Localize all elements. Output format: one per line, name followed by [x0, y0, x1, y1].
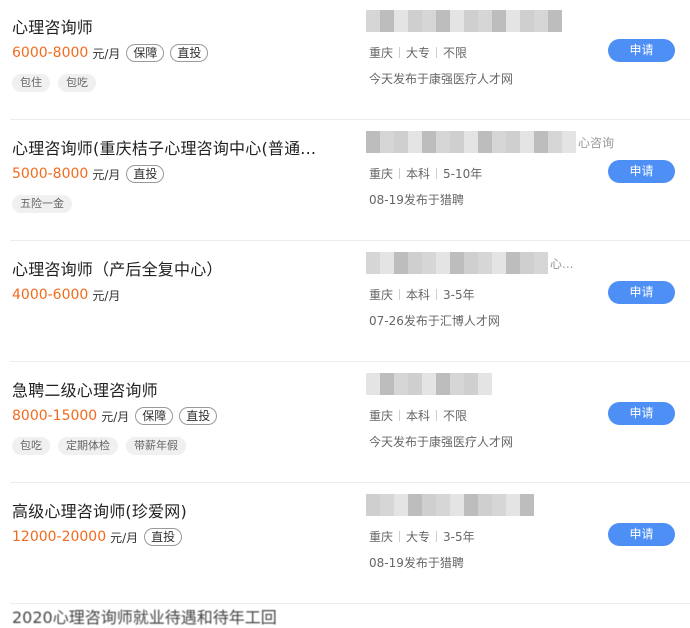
salary-unit: 元/月 [92, 288, 121, 303]
job-requirements: 重庆 本科 不限 [369, 407, 467, 424]
location: 重庆 [369, 167, 394, 181]
job-requirements: 重庆 本科 5-10年 [369, 165, 482, 182]
divider [399, 47, 401, 58]
job-item[interactable]: 高级心理咨询师(珍爱网) 12000-20000 元/月 直投 重庆 大专 3-5年 08-1… [0, 484, 690, 604]
divider [399, 410, 401, 421]
benefit-tag: 定期体检 [58, 437, 118, 455]
benefit-tags: 五险一金 [12, 195, 80, 213]
salary-row: 6000-8000 元/月 保障 直投 [12, 44, 214, 62]
job-title[interactable]: 心理咨询师(重庆桔子心理咨询中心(普通... [12, 135, 316, 159]
apply-button[interactable]: 申请 [608, 39, 675, 62]
divider [399, 531, 401, 542]
post-source: 08-19发布于猎聘 [369, 193, 464, 207]
company-name-redacted[interactable] [366, 494, 534, 516]
benefit-tags: 包吃 定期体检 带薪年假 [12, 437, 194, 455]
salary-unit: 元/月 [110, 530, 139, 545]
location: 重庆 [369, 530, 394, 544]
education: 大专 [406, 530, 431, 544]
job-item[interactable]: 心理咨询师(重庆桔子心理咨询中心(普通... 5000-8000 元/月 直投 五险一金… [0, 121, 690, 241]
divider [436, 168, 438, 179]
experience: 不限 [443, 409, 468, 423]
location: 重庆 [369, 409, 394, 423]
job-requirements: 重庆 本科 3-5年 [369, 286, 475, 303]
job-title[interactable]: 急聘二级心理咨询师 [12, 377, 158, 401]
location: 重庆 [369, 288, 394, 302]
benefit-tag: 包住 [12, 74, 50, 92]
job-title[interactable]: 心理咨询师（产后全复中心） [12, 256, 223, 280]
location: 重庆 [369, 46, 394, 60]
post-source: 今天发布于康强医疗人才网 [369, 72, 514, 86]
salary-range: 5000-8000 [12, 166, 89, 182]
job-badge: 直投 [179, 407, 218, 425]
education: 本科 [406, 167, 431, 181]
divider [399, 168, 401, 179]
salary-range: 12000-20000 [12, 529, 107, 545]
salary-range: 4000-6000 [12, 287, 89, 303]
post-source: 08-19发布于猎聘 [369, 556, 464, 570]
job-item[interactable]: 心理咨询师（产后全复中心） 4000-6000 元/月 心... 重庆 本科 3-5年 07-… [0, 242, 690, 362]
company-name-visible-tail: 心咨询 [578, 135, 615, 150]
post-source: 今天发布于康强医疗人才网 [369, 435, 514, 449]
job-badge: 保障 [135, 407, 174, 425]
job-title[interactable]: 心理咨询师 [12, 14, 93, 38]
company-name-redacted[interactable]: 心咨询 [366, 131, 614, 153]
salary-row: 4000-6000 元/月 [12, 286, 126, 304]
company-name-visible-tail: 心... [550, 256, 574, 271]
salary-range: 6000-8000 [12, 45, 89, 61]
education: 本科 [406, 288, 431, 302]
salary-unit: 元/月 [92, 167, 121, 182]
job-requirements: 重庆 大专 不限 [369, 44, 467, 61]
salary-unit: 元/月 [101, 409, 130, 424]
benefit-tag: 带薪年假 [126, 437, 186, 455]
apply-button[interactable]: 申请 [608, 281, 675, 304]
salary-unit: 元/月 [92, 46, 121, 61]
benefit-tag: 五险一金 [12, 195, 72, 213]
experience: 3-5年 [443, 288, 475, 302]
benefit-tag: 包吃 [58, 74, 96, 92]
apply-button[interactable]: 申请 [608, 160, 675, 183]
benefit-tags: 包住 包吃 [12, 74, 104, 92]
divider [436, 531, 438, 542]
salary-row: 8000-15000 元/月 保障 直投 [12, 407, 223, 425]
job-title[interactable]: 高级心理咨询师(珍爱网) [12, 498, 187, 522]
experience: 不限 [443, 46, 468, 60]
company-name-redacted[interactable] [366, 10, 562, 32]
job-badge: 保障 [126, 44, 165, 62]
job-item[interactable]: 心理咨询师 6000-8000 元/月 保障 直投 包住 包吃 重庆 大专 不限 今天发布于康强医疗… [0, 0, 690, 120]
apply-button[interactable]: 申请 [608, 523, 675, 546]
apply-button[interactable]: 申请 [608, 402, 675, 425]
divider [436, 289, 438, 300]
salary-row: 5000-8000 元/月 直投 [12, 165, 170, 183]
company-name-redacted[interactable] [366, 373, 492, 395]
salary-range: 8000-15000 [12, 408, 98, 424]
benefit-tag: 包吃 [12, 437, 50, 455]
job-requirements: 重庆 大专 3-5年 [369, 528, 475, 545]
next-job-title-partial[interactable]: 2020心理咨询师就业待遇和待年工回 [12, 604, 277, 628]
job-badge: 直投 [126, 165, 165, 183]
job-badge: 直投 [170, 44, 209, 62]
salary-row: 12000-20000 元/月 直投 [12, 528, 188, 546]
education: 本科 [406, 409, 431, 423]
divider [399, 289, 401, 300]
divider [436, 410, 438, 421]
company-name-redacted[interactable]: 心... [366, 252, 573, 274]
job-list: 心理咨询师 6000-8000 元/月 保障 直投 包住 包吃 重庆 大专 不限 今天发布于康强医疗… [0, 0, 690, 620]
job-item[interactable]: 急聘二级心理咨询师 8000-15000 元/月 保障 直投 包吃 定期体检 带薪年假 重庆 本科… [0, 363, 690, 483]
job-badge: 直投 [144, 528, 183, 546]
experience: 5-10年 [443, 167, 483, 181]
post-source: 07-26发布于汇博人才网 [369, 314, 500, 328]
divider [436, 47, 438, 58]
education: 大专 [406, 46, 431, 60]
experience: 3-5年 [443, 530, 475, 544]
